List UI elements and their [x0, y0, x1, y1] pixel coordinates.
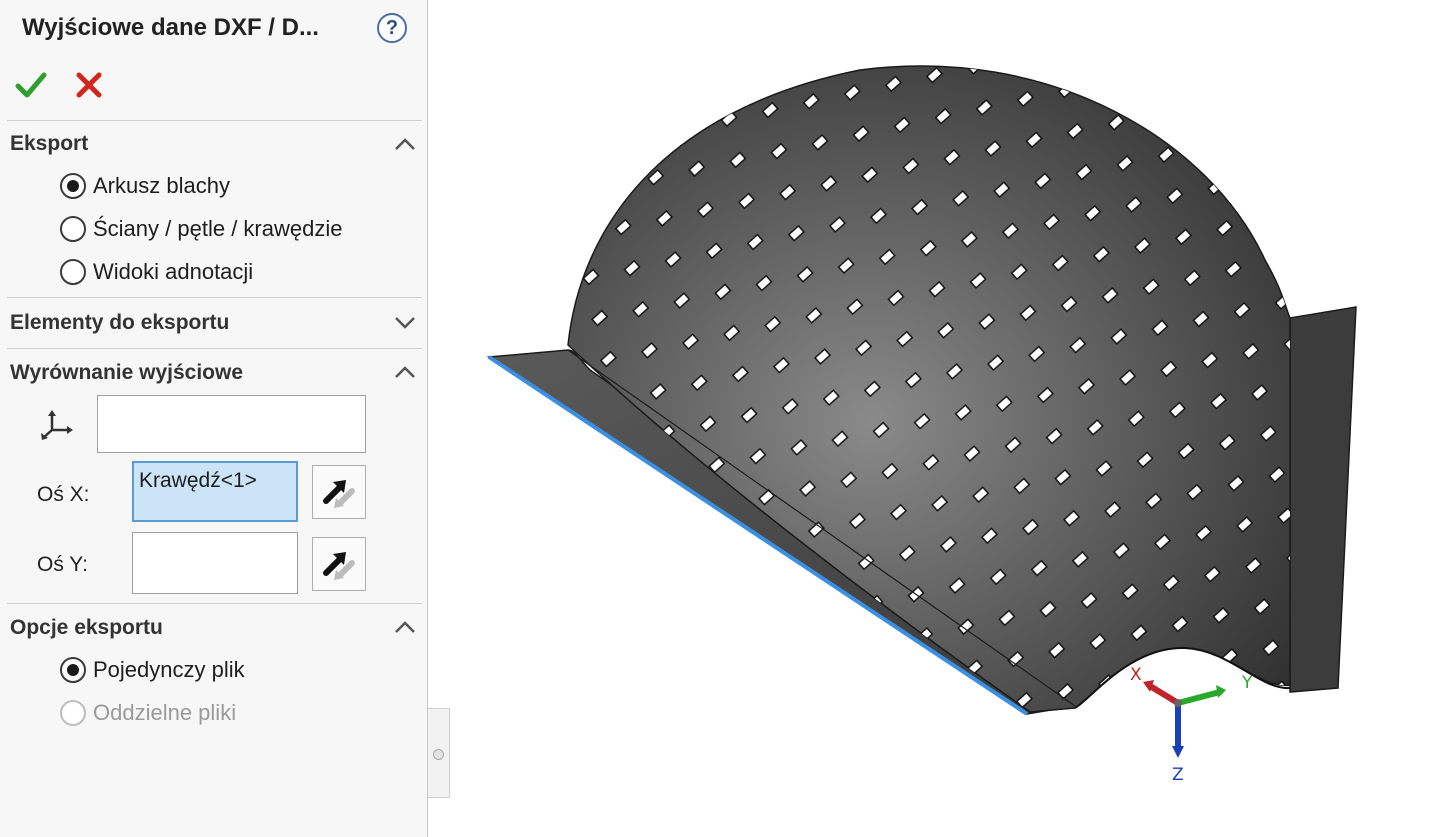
radio-button[interactable] — [60, 259, 86, 285]
divider — [7, 603, 422, 604]
reverse-direction-button[interactable] — [312, 537, 366, 591]
radio-single-file[interactable]: Pojedynczy plik — [60, 655, 245, 685]
panel-splitter[interactable] — [428, 708, 450, 798]
radio-sheet-metal[interactable]: Arkusz blachy — [60, 171, 230, 201]
panel-title: Wyjściowe dane DXF / D... — [22, 14, 319, 41]
property-manager-panel: Wyjściowe dane DXF / D... ? Eksport Arku… — [0, 0, 428, 837]
radio-separate-files: Oddzielne pliki — [60, 698, 236, 728]
check-icon[interactable] — [14, 68, 48, 102]
radio-label: Ściany / pętle / krawędzie — [93, 216, 343, 241]
splitter-handle-icon[interactable] — [433, 749, 444, 760]
triad-z-label: Z — [1172, 765, 1184, 785]
reverse-direction-icon — [323, 552, 355, 580]
divider — [7, 120, 422, 121]
perforated-dome — [567, 65, 1291, 713]
help-icon[interactable]: ? — [377, 13, 407, 43]
reverse-direction-button[interactable] — [312, 465, 366, 519]
reference-triad: X Y Z — [1130, 665, 1253, 785]
section-alignment-title[interactable]: Wyrównanie wyjściowe — [10, 361, 243, 385]
reverse-direction-icon — [323, 480, 355, 508]
radio-faces-loops-edges[interactable]: Ściany / pętle / krawędzie — [60, 214, 342, 244]
chevron-up-icon[interactable] — [392, 362, 418, 382]
radio-label: Arkusz blachy — [93, 173, 230, 198]
radio-button[interactable] — [60, 657, 86, 683]
close-icon[interactable] — [72, 68, 106, 102]
divider — [7, 297, 422, 298]
radio-annotation-views[interactable]: Widoki adnotacji — [60, 257, 253, 287]
section-export-title[interactable]: Eksport — [10, 132, 88, 156]
section-elements-title[interactable]: Elementy do eksportu — [10, 311, 229, 335]
triad-x-label: X — [1130, 665, 1142, 685]
y-axis-input[interactable] — [132, 532, 298, 594]
radio-label: Pojedynczy plik — [93, 657, 245, 682]
radio-button — [60, 700, 86, 726]
chevron-down-icon[interactable] — [392, 312, 418, 332]
x-axis-label: Oś X: — [37, 483, 90, 506]
y-axis-label: Oś Y: — [37, 553, 88, 576]
divider — [7, 348, 422, 349]
radio-label: Widoki adnotacji — [93, 259, 254, 284]
radio-label: Oddzielne pliki — [93, 700, 237, 725]
coordinate-system-icon — [41, 410, 73, 440]
section-options-title[interactable]: Opcje eksportu — [10, 616, 163, 640]
radio-button[interactable] — [60, 173, 86, 199]
radio-button[interactable] — [60, 216, 86, 242]
x-axis-input[interactable]: Krawędź<1> — [132, 461, 298, 522]
right-flange — [1289, 306, 1357, 693]
chevron-up-icon[interactable] — [392, 617, 418, 637]
origin-input[interactable] — [97, 395, 366, 453]
graphics-viewport[interactable]: X Y Z — [450, 0, 1440, 837]
chevron-up-icon[interactable] — [392, 134, 418, 154]
triad-y-label: Y — [1241, 673, 1253, 693]
